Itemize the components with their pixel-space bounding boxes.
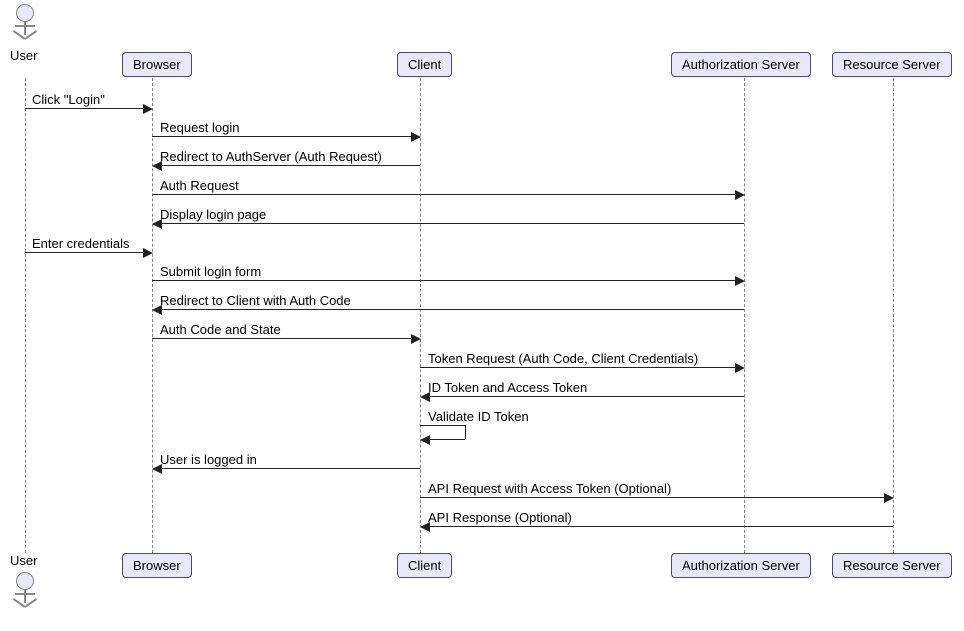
msg-request-login	[152, 136, 411, 137]
msg-auth-request	[152, 194, 735, 195]
participant-authserver-top: Authorization Server	[671, 52, 811, 77]
msg-enter-credentials	[25, 252, 143, 253]
msg-api-response	[429, 526, 893, 527]
msg-label-redirect-auth-request: Redirect to AuthServer (Auth Request)	[160, 149, 382, 164]
msg-id-access-token	[429, 396, 744, 397]
msg-label-auth-code-state: Auth Code and State	[160, 322, 281, 337]
lifeline-browser	[152, 78, 153, 553]
actor-user-label-bottom: User	[10, 553, 37, 568]
msg-redirect-auth-code	[161, 309, 744, 310]
msg-label-auth-request: Auth Request	[160, 178, 239, 193]
msg-label-click-login: Click "Login"	[32, 92, 105, 107]
msg-api-request	[420, 497, 884, 498]
sequence-diagram: User Browser Client Authorization Server…	[0, 0, 964, 631]
msg-label-request-login: Request login	[160, 120, 240, 135]
msg-label-api-response: API Response (Optional)	[428, 510, 572, 525]
msg-label-display-login-page: Display login page	[160, 207, 266, 222]
msg-submit-login-form	[152, 280, 735, 281]
msg-label-token-request: Token Request (Auth Code, Client Credent…	[428, 351, 698, 366]
msg-display-login-page	[161, 223, 744, 224]
lifeline-client	[420, 78, 421, 553]
lifeline-authserver	[744, 78, 745, 553]
msg-label-api-request: API Request with Access Token (Optional)	[428, 481, 671, 496]
msg-click-login	[25, 108, 143, 109]
participant-resourceserver-bottom: Resource Server	[832, 553, 952, 578]
participant-client-top: Client	[397, 52, 452, 77]
participant-resourceserver-top: Resource Server	[832, 52, 952, 77]
msg-label-validate-id-token: Validate ID Token	[428, 409, 529, 424]
msg-label-redirect-auth-code: Redirect to Client with Auth Code	[160, 293, 351, 308]
msg-label-id-access-token: ID Token and Access Token	[428, 380, 587, 395]
participant-client-bottom: Client	[397, 553, 452, 578]
msg-auth-code-state	[152, 338, 411, 339]
msg-user-logged-in	[161, 468, 420, 469]
lifeline-resourceserver	[893, 78, 894, 553]
msg-label-user-logged-in: User is logged in	[160, 452, 257, 467]
participant-authserver-bottom: Authorization Server	[671, 553, 811, 578]
msg-label-enter-credentials: Enter credentials	[32, 236, 130, 251]
lifeline-user	[25, 78, 26, 553]
actor-user-label-top: User	[10, 48, 37, 63]
msg-label-submit-login-form: Submit login form	[160, 264, 261, 279]
participant-browser-bottom: Browser	[122, 553, 192, 578]
msg-redirect-auth-request	[161, 165, 420, 166]
participant-browser-top: Browser	[122, 52, 192, 77]
msg-validate-id-token	[420, 425, 465, 426]
msg-token-request	[420, 367, 735, 368]
